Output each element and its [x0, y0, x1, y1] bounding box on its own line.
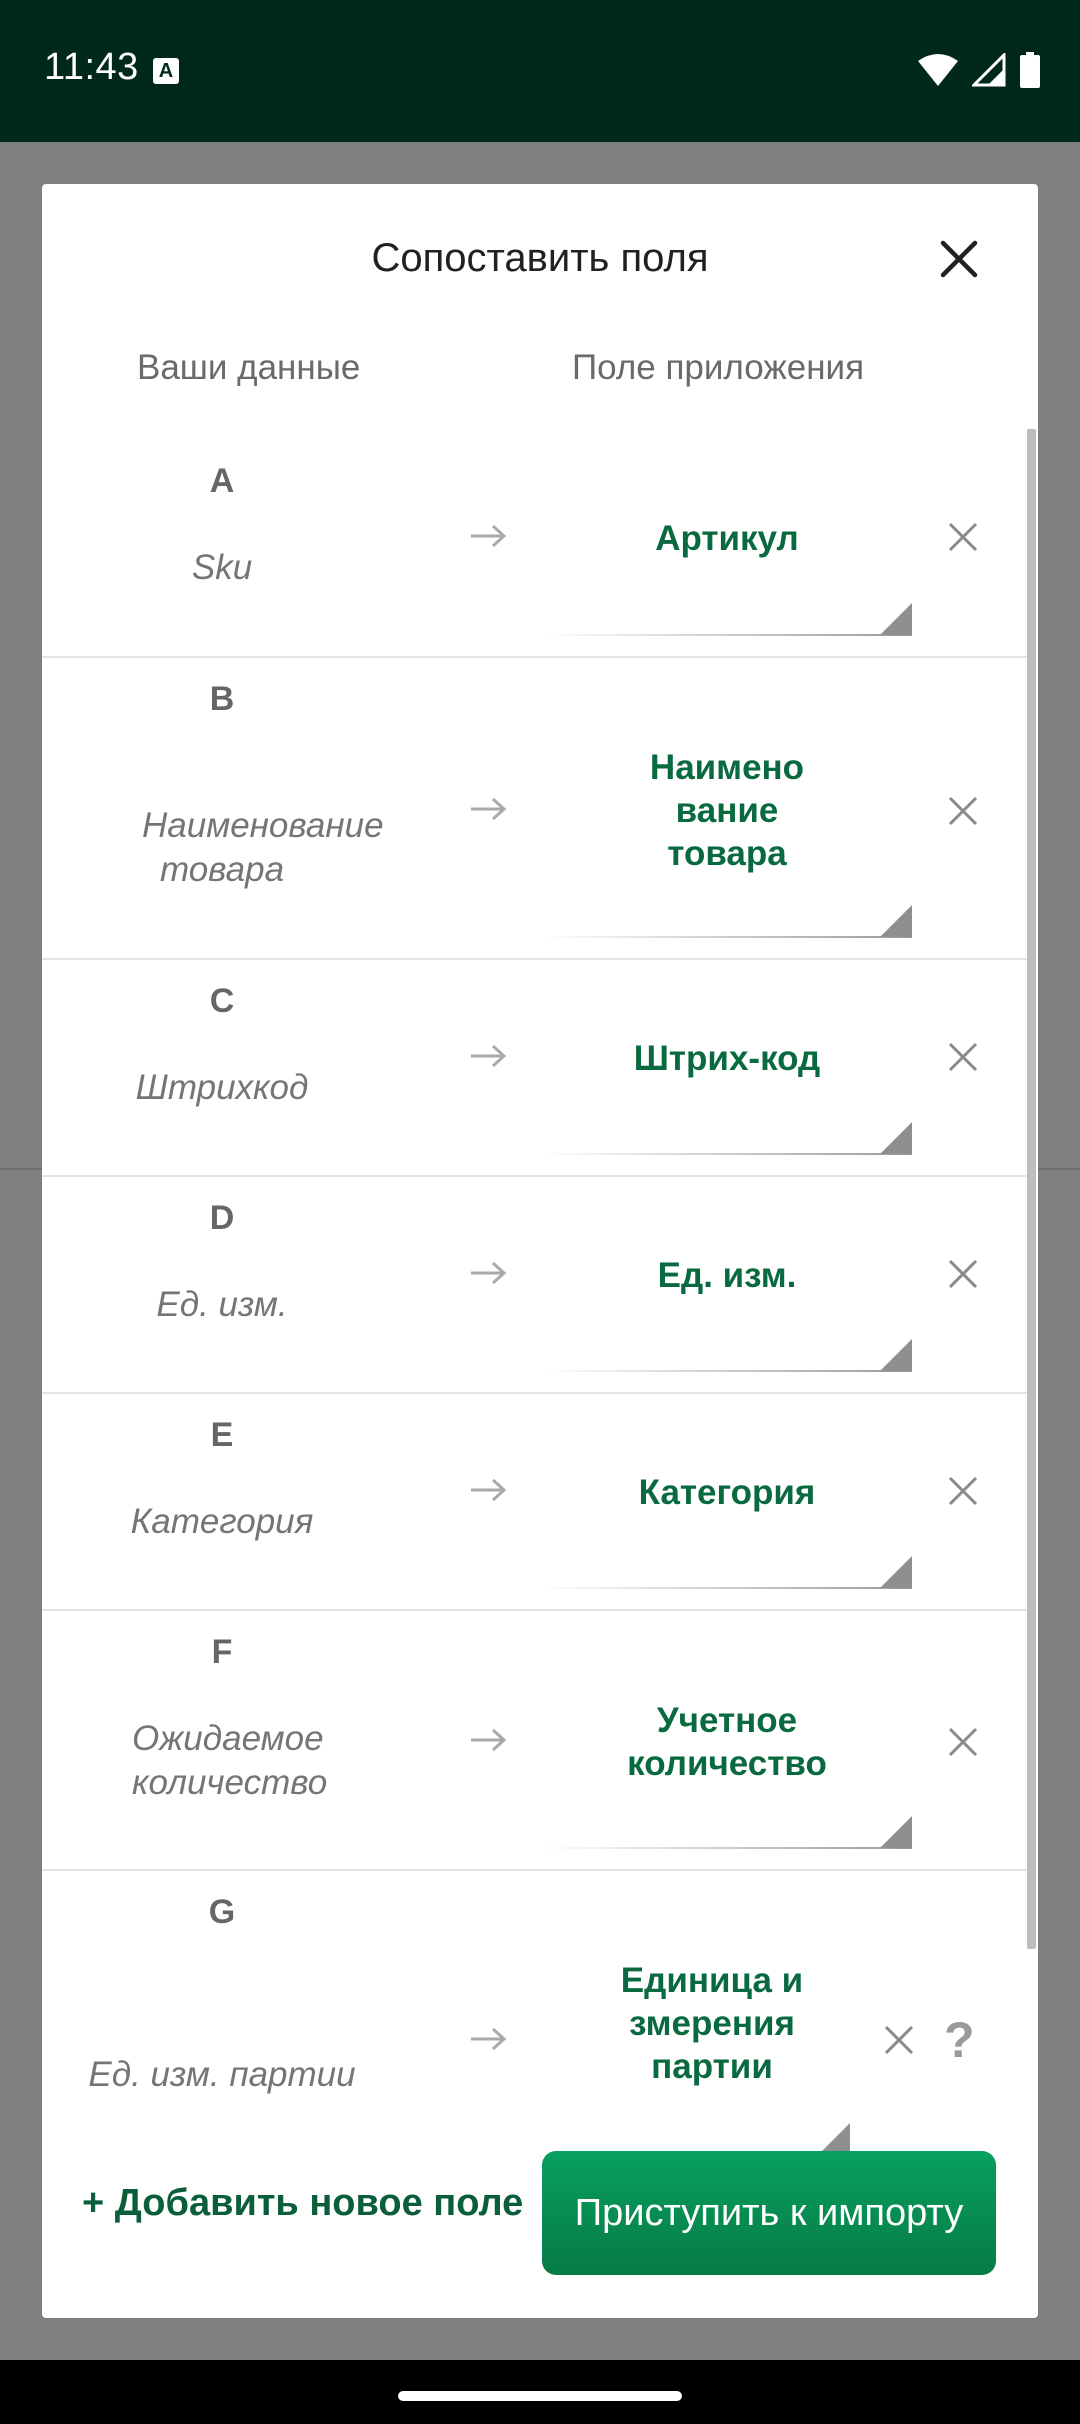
app-field-select[interactable]: Единица и змерения партии	[542, 1959, 882, 2088]
mapping-row: D Ед. изм. Ед. изм.	[42, 1177, 1027, 1394]
close-icon[interactable]	[934, 234, 984, 284]
source-field: Наименование товара	[142, 806, 384, 889]
app-field-select[interactable]: Артикул	[542, 517, 912, 560]
clear-icon[interactable]	[946, 794, 980, 828]
source-field: Категория	[130, 1502, 314, 1541]
select-underline	[542, 1847, 912, 1849]
mapping-row: C Штрихкод Штрих-код	[42, 960, 1027, 1177]
app-field-select[interactable]: Ед. изм.	[542, 1254, 912, 1297]
column-letter: G	[208, 1893, 236, 1931]
arrow-right-icon	[471, 797, 507, 821]
dropdown-triangle-icon	[880, 1339, 912, 1371]
column-letter: E	[210, 1416, 234, 1454]
arrow-right-icon	[471, 2027, 507, 2051]
select-underline	[542, 1370, 912, 1372]
clear-icon[interactable]	[946, 1257, 980, 1291]
select-underline	[542, 1587, 912, 1589]
source-field: Ожидаемое количество	[132, 1719, 328, 1802]
clear-icon[interactable]	[946, 1040, 980, 1074]
mapping-row: A Sku Артикул	[42, 440, 1027, 658]
status-icons	[918, 52, 1040, 88]
wifi-icon	[918, 54, 958, 86]
clear-icon[interactable]	[882, 2023, 916, 2057]
mapping-list: A Sku Артикул B Наименование товара Наим…	[42, 440, 1027, 2171]
dropdown-triangle-icon	[880, 1122, 912, 1154]
mapping-row: G Ед. изм. партии Единица и змерения пар…	[42, 1871, 1027, 2171]
app-field-select[interactable]: Штрих-код	[542, 1037, 912, 1080]
battery-icon	[1020, 52, 1040, 88]
scrollbar[interactable]	[1027, 429, 1036, 1949]
mapping-row: B Наименование товара Наимено вание това…	[42, 658, 1027, 960]
help-icon[interactable]: ?	[944, 2011, 975, 2069]
clear-icon[interactable]	[946, 1474, 980, 1508]
select-underline	[542, 1153, 912, 1155]
column-letter: B	[209, 680, 235, 718]
arrow-right-icon	[471, 524, 507, 548]
app-field-select[interactable]: Учетное количество	[542, 1699, 912, 1785]
signal-icon	[972, 53, 1006, 87]
column-letter: C	[209, 982, 235, 1020]
column-letter: F	[211, 1633, 233, 1671]
mapping-row: F Ожидаемое количество Учетное количеств…	[42, 1611, 1027, 1871]
column-letter: A	[209, 462, 235, 500]
clear-icon[interactable]	[946, 1725, 980, 1759]
source-field: Sku	[191, 548, 253, 587]
select-underline	[542, 634, 912, 636]
source-field: Штрихкод	[135, 1068, 309, 1107]
arrow-right-icon	[471, 1728, 507, 1752]
add-new-field-button[interactable]: + Добавить новое поле	[82, 2182, 523, 2225]
arrow-right-icon	[471, 1261, 507, 1285]
source-field: Ед. изм. партии	[88, 2055, 356, 2094]
map-fields-dialog: Сопоставить поля Ваши данные Поле прилож…	[42, 184, 1038, 2318]
home-gesture-handle[interactable]	[398, 2391, 682, 2401]
clear-icon[interactable]	[946, 520, 980, 554]
arrow-right-icon	[471, 1478, 507, 1502]
dialog-title: Сопоставить поля	[371, 236, 709, 280]
status-time: 11:43	[44, 46, 139, 88]
notification-icon: A	[153, 58, 179, 84]
mapping-row: E Категория Категория	[42, 1394, 1027, 1611]
arrow-right-icon	[471, 1044, 507, 1068]
dropdown-triangle-icon	[880, 603, 912, 635]
status-bar: 11:43 A	[0, 0, 1080, 142]
column-header-app-field: Поле приложения	[572, 348, 865, 387]
column-letter: D	[209, 1199, 235, 1237]
start-import-button[interactable]: Приступить к импорту	[542, 2151, 996, 2275]
app-field-select[interactable]: Наимено вание товара	[542, 746, 912, 875]
dropdown-triangle-icon	[880, 1816, 912, 1848]
app-field-select[interactable]: Категория	[542, 1471, 912, 1514]
dropdown-triangle-icon	[880, 1556, 912, 1588]
select-underline	[542, 936, 912, 938]
dropdown-triangle-icon	[880, 905, 912, 937]
column-header-your-data: Ваши данные	[137, 348, 361, 387]
source-field: Ед. изм.	[156, 1285, 288, 1324]
